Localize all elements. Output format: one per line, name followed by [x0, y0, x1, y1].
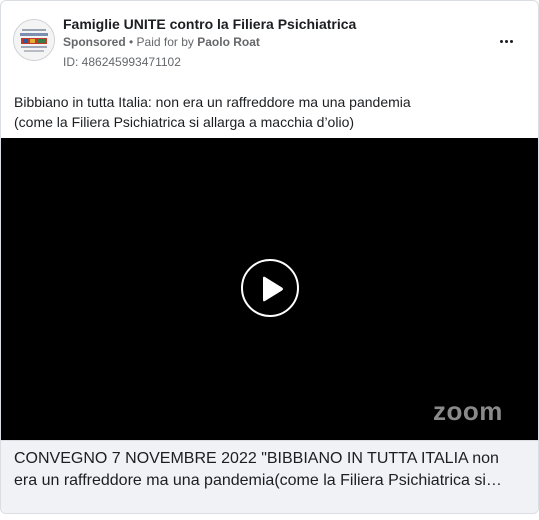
ad-header: Famiglie UNITE contro la Filiera Psichia… — [1, 1, 538, 81]
payer-name[interactable]: Paolo Roat — [197, 35, 260, 49]
paid-for-label: Paid for by — [136, 35, 198, 49]
video-player[interactable]: zoom — [1, 138, 538, 440]
sponsored-label: Sponsored — [63, 35, 126, 49]
post-text-line: (come la Filiera Psichiatrica si allarga… — [14, 114, 355, 130]
sponsored-line: Sponsored • Paid for by Paolo Roat — [63, 35, 260, 49]
post-text: Bibbiano in tutta Italia: non era un raf… — [14, 92, 524, 132]
meta-separator: • — [125, 35, 137, 49]
post-text-line: Bibbiano in tutta Italia: non era un raf… — [14, 94, 411, 110]
caption-line: era un raffreddore ma una pandemia(come … — [14, 472, 502, 489]
more-options-button[interactable] — [491, 29, 521, 53]
caption-line: CONVEGNO 7 NOVEMBRE 2022 "BIBBIANO IN TU… — [14, 450, 499, 467]
play-icon — [263, 276, 283, 302]
play-button[interactable] — [241, 259, 299, 317]
page-avatar[interactable] — [13, 19, 55, 61]
ad-card: Famiglie UNITE contro la Filiera Psichia… — [0, 0, 539, 514]
more-horizontal-icon — [499, 39, 514, 43]
zoom-watermark: zoom — [433, 396, 503, 426]
page-name[interactable]: Famiglie UNITE contro la Filiera Psichia… — [63, 16, 356, 32]
link-caption[interactable]: CONVEGNO 7 NOVEMBRE 2022 "BIBBIANO IN TU… — [1, 440, 538, 513]
ad-id: ID: 486245993471102 — [63, 55, 181, 69]
